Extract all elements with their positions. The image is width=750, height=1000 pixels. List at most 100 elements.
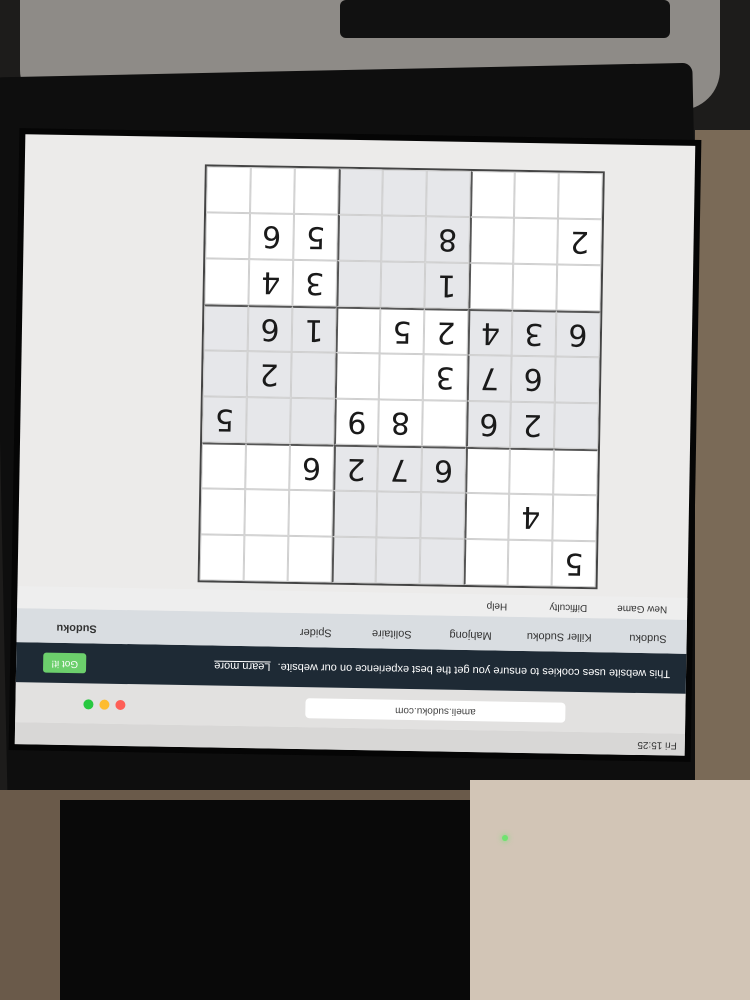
sudoku-cell[interactable]: 2: [246, 351, 292, 398]
sudoku-cell[interactable]: 6: [421, 446, 466, 493]
sudoku-cell[interactable]: 4: [248, 259, 294, 306]
tab-solitaire[interactable]: Solitaire: [372, 627, 412, 640]
sudoku-cell[interactable]: 4: [508, 493, 554, 541]
sudoku-cell[interactable]: [382, 169, 427, 217]
status-led: [502, 835, 508, 841]
sudoku-cell[interactable]: [426, 170, 471, 217]
sudoku-cell[interactable]: 6: [465, 400, 511, 448]
sudoku-cell[interactable]: [338, 168, 383, 216]
sudoku-cell[interactable]: 6: [249, 213, 295, 260]
tab-mahjong[interactable]: Mahjong: [449, 629, 491, 642]
sudoku-cell[interactable]: [419, 538, 465, 585]
sudoku-cell[interactable]: [336, 260, 382, 308]
sudoku-cell[interactable]: 4: [467, 308, 513, 356]
sudoku-cell[interactable]: [334, 352, 380, 400]
sudoku-cell[interactable]: [200, 488, 246, 536]
sudoku-cell[interactable]: [375, 537, 421, 585]
sudoku-cell[interactable]: 1: [291, 305, 337, 353]
sudoku-cell[interactable]: [331, 536, 377, 584]
sudoku-cell[interactable]: 5: [293, 213, 339, 261]
sudoku-cell[interactable]: [507, 539, 553, 587]
sudoku-cell[interactable]: 7: [377, 445, 422, 493]
sudoku-cell[interactable]: [290, 351, 336, 399]
sudoku-cell[interactable]: 6: [510, 355, 556, 403]
sudoku-cell[interactable]: 3: [422, 354, 468, 401]
sudoku-cell[interactable]: 6: [247, 305, 293, 352]
sudoku-cell[interactable]: [378, 353, 424, 401]
sudoku-cell[interactable]: [468, 262, 514, 310]
sudoku-cell[interactable]: 6: [555, 310, 601, 358]
sudoku-cell[interactable]: [205, 212, 251, 260]
sudoku-cell[interactable]: [332, 490, 378, 538]
sudoku-cell[interactable]: [381, 215, 427, 263]
sudoku-cell[interactable]: [556, 264, 602, 312]
sudoku-cell[interactable]: 2: [333, 444, 378, 492]
sudoku-cell[interactable]: 7: [466, 354, 512, 402]
sudoku-cell[interactable]: [513, 217, 558, 265]
sudoku-cell[interactable]: 3: [292, 259, 338, 307]
sudoku-cell[interactable]: [465, 446, 510, 494]
sudoku-cell[interactable]: [199, 534, 245, 582]
sudoku-cell[interactable]: 2: [423, 308, 469, 355]
sudoku-cell[interactable]: 5: [202, 396, 247, 444]
touch-bar: [340, 0, 670, 38]
sudoku-cell[interactable]: 1: [424, 262, 470, 309]
sudoku-cell[interactable]: 9: [334, 398, 379, 446]
sudoku-cell[interactable]: 6: [289, 443, 335, 491]
sudoku-cell[interactable]: 8: [377, 399, 423, 447]
sudoku-cell[interactable]: 2: [509, 401, 555, 449]
sudoku-cell[interactable]: 5: [379, 307, 425, 355]
sudoku-cell[interactable]: 2: [557, 218, 602, 266]
sudoku-cell[interactable]: [246, 397, 291, 444]
app-logo[interactable]: Sudoku: [56, 622, 97, 635]
sudoku-cell[interactable]: [335, 306, 381, 354]
new-game-button[interactable]: New Game: [617, 603, 667, 615]
close-icon[interactable]: [115, 699, 126, 711]
sudoku-cell[interactable]: [243, 535, 289, 582]
sudoku-cell[interactable]: [202, 350, 248, 398]
sudoku-cell[interactable]: [469, 170, 515, 218]
tab-spider[interactable]: Spider: [300, 626, 332, 639]
sudoku-cell[interactable]: [554, 356, 600, 404]
minimize-icon[interactable]: [99, 699, 110, 710]
difficulty-dropdown[interactable]: Difficulty: [549, 601, 587, 613]
wall-right: [695, 130, 750, 810]
sudoku-cell[interactable]: [509, 447, 554, 495]
sudoku-cell[interactable]: [553, 448, 598, 496]
laptop-screen: Fri 15:25 ameli.sudoku.com This website …: [14, 134, 696, 756]
sudoku-cell[interactable]: [245, 443, 291, 490]
address-bar[interactable]: ameli.sudoku.com: [305, 698, 566, 723]
sudoku-cell[interactable]: [469, 216, 514, 264]
sudoku-cell[interactable]: [337, 214, 383, 262]
sudoku-cell[interactable]: [290, 397, 335, 445]
sudoku-cell[interactable]: [244, 489, 290, 536]
sudoku-cell[interactable]: [203, 304, 249, 352]
learn-more-link[interactable]: Learn more: [214, 660, 270, 673]
sudoku-cell[interactable]: [552, 494, 598, 542]
sudoku-cell[interactable]: [463, 538, 509, 586]
help-button[interactable]: Help: [487, 600, 508, 611]
tab-killer-sudoku[interactable]: Killer Sudoku: [527, 630, 592, 643]
sudoku-cell[interactable]: [250, 167, 295, 214]
sudoku-cell[interactable]: [420, 492, 466, 539]
sudoku-cell[interactable]: [204, 258, 250, 306]
got-it-button[interactable]: Got it!: [43, 652, 87, 674]
sudoku-cell[interactable]: [557, 172, 603, 220]
sudoku-cell[interactable]: 8: [425, 216, 470, 263]
maximize-icon[interactable]: [83, 699, 94, 710]
sudoku-cell[interactable]: [464, 492, 510, 540]
sudoku-cell[interactable]: 5: [551, 540, 597, 588]
sudoku-cell[interactable]: [294, 167, 339, 215]
sudoku-cell[interactable]: [201, 442, 247, 490]
sudoku-cell[interactable]: [421, 400, 467, 447]
sudoku-cell[interactable]: [376, 491, 422, 539]
sudoku-cell[interactable]: [206, 166, 251, 214]
sudoku-cell[interactable]: 3: [511, 309, 557, 357]
sudoku-cell[interactable]: [553, 402, 599, 450]
sudoku-cell[interactable]: [380, 261, 426, 309]
sudoku-cell[interactable]: [287, 535, 333, 583]
tab-sudoku[interactable]: Sudoku: [629, 632, 667, 645]
sudoku-cell[interactable]: [288, 489, 334, 537]
sudoku-cell[interactable]: [513, 171, 559, 219]
sudoku-cell[interactable]: [512, 263, 558, 311]
